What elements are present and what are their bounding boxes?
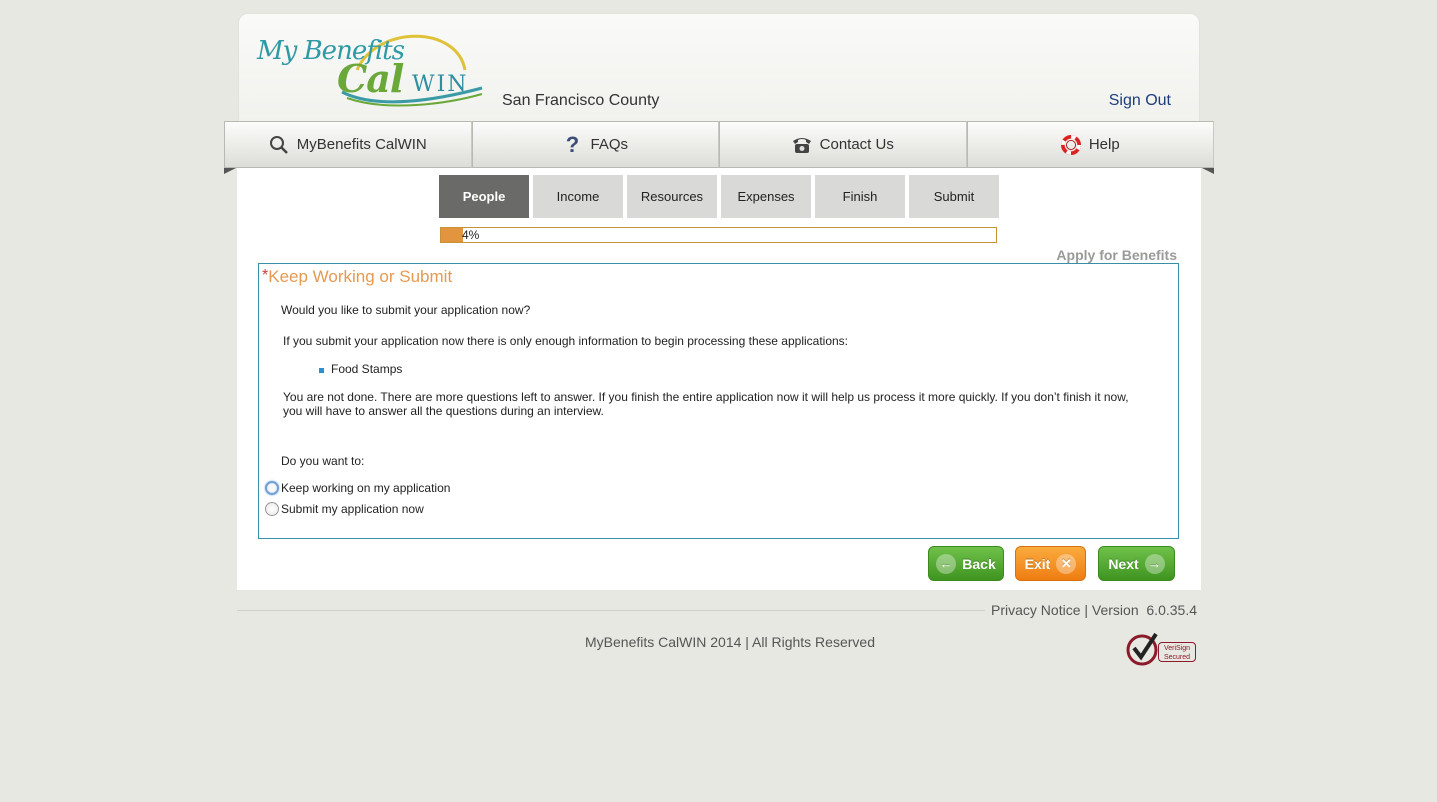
back-label: Back — [962, 555, 996, 572]
question-panel: *Keep Working or Submit Would you like t… — [258, 263, 1179, 539]
option-label: Keep working on my application — [281, 481, 451, 495]
page-title: Apply for Benefits — [1056, 247, 1177, 263]
progress-label: 4% — [462, 228, 480, 242]
lifebuoy-icon — [1060, 134, 1081, 155]
site-header: My Benefits Cal WIN San Francisco County… — [238, 13, 1200, 123]
nav-item-mybenefits[interactable]: MyBenefits CalWIN — [224, 121, 472, 168]
version-number: 6.0.35.4 — [1146, 602, 1197, 618]
exit-button[interactable]: Exit ✕ — [1015, 546, 1086, 581]
program-item: Food Stamps — [331, 362, 403, 376]
footer-separator: | — [1084, 602, 1089, 618]
nav-item-contact-us[interactable]: Contact Us — [719, 121, 967, 168]
prompt-text: Do you want to: — [281, 454, 365, 468]
radio-keep-working[interactable] — [265, 481, 279, 495]
option-submit-now[interactable]: Submit my application now — [265, 502, 424, 516]
nav-item-label: MyBenefits CalWIN — [296, 136, 427, 153]
nav-item-help[interactable]: Help — [966, 121, 1214, 168]
question-text: Would you like to submit your applicatio… — [281, 303, 531, 317]
step-finish[interactable]: Finish — [815, 175, 905, 218]
arrow-right-icon: → — [1144, 553, 1165, 574]
note-text-line1: You are not done. There are more questio… — [283, 390, 1129, 404]
note-text-line2: you will have to answer all the question… — [283, 404, 604, 418]
seal-label: VeriSign Secured — [1158, 642, 1196, 662]
step-submit[interactable]: Submit — [909, 175, 999, 218]
step-people[interactable]: People — [439, 175, 529, 218]
section-title-text: Keep Working or Submit — [268, 267, 453, 286]
main-content: People Income Resources Expenses Finish … — [237, 168, 1201, 590]
close-icon: ✕ — [1056, 553, 1077, 574]
option-label: Submit my application now — [281, 502, 424, 516]
radio-submit-now[interactable] — [265, 502, 279, 516]
nav-item-label: Contact Us — [819, 136, 894, 153]
seal-line2: Secured — [1163, 654, 1191, 661]
next-label: Next — [1108, 555, 1139, 572]
logo-text-win: WIN — [412, 72, 469, 97]
version-label: Version — [1091, 602, 1139, 618]
info-text: If you submit your application now there… — [283, 334, 849, 348]
copyright-text: MyBenefits CalWIN 2014 | All Rights Rese… — [585, 634, 875, 650]
checkmark-icon — [1126, 632, 1158, 666]
mybenefits-calwin-logo[interactable]: My Benefits Cal WIN — [257, 30, 487, 108]
progress-bar: 4% — [440, 227, 997, 243]
nav-item-label: Help — [1088, 136, 1120, 153]
step-expenses[interactable]: Expenses — [721, 175, 811, 218]
next-button[interactable]: Next → — [1098, 546, 1175, 581]
nav-corner-right — [1202, 168, 1214, 174]
exit-label: Exit — [1024, 555, 1051, 572]
nav-item-label: FAQs — [590, 136, 628, 153]
section-title: *Keep Working or Submit — [262, 267, 452, 287]
county-name: San Francisco County — [502, 92, 660, 109]
logo-text-cal: Cal — [337, 56, 404, 101]
phone-icon — [792, 135, 812, 155]
back-button[interactable]: ← Back — [928, 546, 1004, 581]
nav-corner-left — [224, 168, 236, 174]
bullet-icon — [319, 368, 324, 373]
question-icon: ? — [565, 131, 580, 157]
sign-out-link[interactable]: Sign Out — [1109, 92, 1171, 110]
main-nav: MyBenefits CalWIN ? FAQs Contact Us Help — [224, 121, 1214, 168]
verisign-seal[interactable]: VeriSign Secured — [1126, 630, 1198, 666]
search-icon — [269, 135, 289, 155]
arrow-left-icon: ← — [936, 553, 957, 574]
option-keep-working[interactable]: Keep working on my application — [265, 481, 450, 495]
progress-fill — [441, 228, 464, 242]
privacy-notice-link[interactable]: Privacy Notice — [991, 602, 1080, 618]
nav-item-faqs[interactable]: ? FAQs — [471, 121, 719, 168]
seal-line1: VeriSign — [1163, 645, 1191, 652]
application-steps: People Income Resources Expenses Finish … — [439, 175, 999, 218]
step-resources[interactable]: Resources — [627, 175, 717, 218]
footer-links: Privacy Notice | Version 6.0.35.4 — [985, 602, 1197, 618]
step-income[interactable]: Income — [533, 175, 623, 218]
